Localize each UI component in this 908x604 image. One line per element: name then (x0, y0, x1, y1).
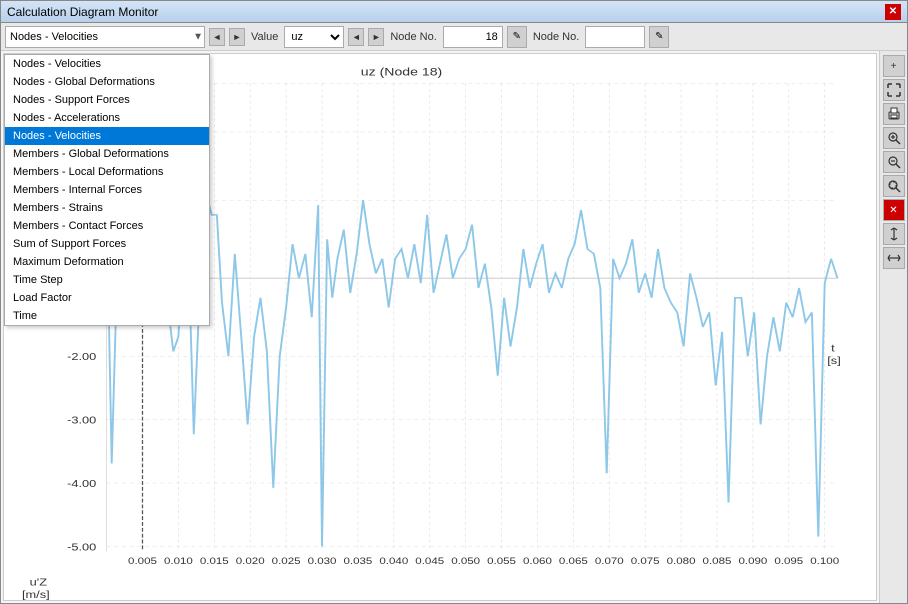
svg-text:0.065: 0.065 (559, 557, 588, 566)
svg-text:u'Z: u'Z (30, 578, 47, 588)
main-dropdown[interactable]: Nodes - Velocities (5, 26, 205, 48)
svg-text:-3.00: -3.00 (67, 416, 96, 426)
menu-item-members-strains[interactable]: Members - Strains (5, 199, 209, 217)
menu-item-nodes-velocities-active[interactable]: Nodes - Velocities (5, 127, 209, 145)
reset-zoom-button[interactable]: ✕ (883, 199, 905, 221)
svg-text:0.085: 0.085 (703, 557, 732, 566)
svg-text:-4.00: -4.00 (67, 479, 96, 489)
menu-item-maximum-deformation[interactable]: Maximum Deformation (5, 253, 209, 271)
title-bar: Calculation Diagram Monitor ✕ (1, 1, 907, 23)
svg-text:0.070: 0.070 (595, 557, 624, 566)
close-button[interactable]: ✕ (885, 4, 901, 20)
scale-y-button[interactable] (883, 223, 905, 245)
main-window: Calculation Diagram Monitor ✕ Nodes - Ve… (0, 0, 908, 604)
svg-text:0.075: 0.075 (631, 557, 660, 566)
svg-text:0.035: 0.035 (343, 557, 372, 566)
svg-text:0.080: 0.080 (667, 557, 696, 566)
svg-text:0.095: 0.095 (774, 557, 803, 566)
value-dropdown[interactable]: uz (284, 26, 344, 48)
svg-text:0.025: 0.025 (272, 557, 301, 566)
zoom-out-button[interactable] (883, 151, 905, 173)
svg-text:-2.00: -2.00 (67, 352, 96, 362)
menu-item-members-contact-forces[interactable]: Members - Contact Forces (5, 217, 209, 235)
value-label: Value (249, 31, 280, 43)
pick-node-button[interactable]: ✎ (507, 26, 527, 48)
menu-item-nodes-global-deformations[interactable]: Nodes - Global Deformations (5, 73, 209, 91)
svg-text:[s]: [s] (827, 356, 841, 366)
zoom-in2-button[interactable] (883, 127, 905, 149)
main-dropdown-container: Nodes - Velocities ▼ (5, 26, 205, 48)
main-area: Nodes - Velocities Nodes - Global Deform… (1, 51, 907, 603)
sidebar-tools: + (879, 51, 907, 603)
zoom-in-button[interactable]: + (883, 55, 905, 77)
prev-button[interactable]: ◄ (209, 28, 225, 46)
svg-text:0.100: 0.100 (810, 557, 839, 566)
svg-text:0.010: 0.010 (164, 557, 193, 566)
pick-node-button-2[interactable]: ✎ (649, 26, 669, 48)
menu-item-sum-of-support-forces[interactable]: Sum of Support Forces (5, 235, 209, 253)
print-button[interactable] (883, 103, 905, 125)
next-button[interactable]: ► (229, 28, 245, 46)
menu-item-members-global-deformations[interactable]: Members - Global Deformations (5, 145, 209, 163)
scale-x-button[interactable] (883, 247, 905, 269)
svg-text:0.005: 0.005 (128, 557, 157, 566)
menu-item-members-local-deformations[interactable]: Members - Local Deformations (5, 163, 209, 181)
dropdown-menu[interactable]: Nodes - Velocities Nodes - Global Deform… (4, 54, 210, 326)
menu-item-members-internal-forces[interactable]: Members - Internal Forces (5, 181, 209, 199)
svg-text:0.045: 0.045 (415, 557, 444, 566)
svg-text:uz (Node 18): uz (Node 18) (361, 66, 442, 78)
chart-area: Nodes - Velocities Nodes - Global Deform… (3, 53, 877, 601)
window-title: Calculation Diagram Monitor (7, 5, 158, 19)
menu-item-nodes-velocities-1[interactable]: Nodes - Velocities (5, 55, 209, 73)
value-dropdown-container: uz (284, 26, 344, 48)
svg-text:-5.00: -5.00 (67, 543, 96, 553)
svg-text:0.015: 0.015 (200, 557, 229, 566)
menu-item-nodes-accelerations[interactable]: Nodes - Accelerations (5, 109, 209, 127)
node-label: Node No. (388, 31, 438, 43)
zoom-fit-button[interactable] (883, 79, 905, 101)
svg-text:[m/s]: [m/s] (22, 590, 50, 600)
svg-text:0.030: 0.030 (308, 557, 337, 566)
svg-text:0.040: 0.040 (379, 557, 408, 566)
node-number-input[interactable] (443, 26, 503, 48)
menu-item-time-step[interactable]: Time Step (5, 271, 209, 289)
node-number-input-2[interactable] (585, 26, 645, 48)
toolbar: Nodes - Velocities ▼ ◄ ► Value uz ◄ ► No… (1, 23, 907, 51)
svg-text:0.090: 0.090 (738, 557, 767, 566)
svg-text:0.020: 0.020 (236, 557, 265, 566)
menu-item-time[interactable]: Time (5, 307, 209, 325)
svg-text:0.060: 0.060 (523, 557, 552, 566)
svg-text:0.055: 0.055 (487, 557, 516, 566)
node-label-2: Node No. (531, 31, 581, 43)
value-prev-button[interactable]: ◄ (348, 28, 364, 46)
value-next-button[interactable]: ► (368, 28, 384, 46)
menu-item-load-factor[interactable]: Load Factor (5, 289, 209, 307)
svg-text:0.050: 0.050 (451, 557, 480, 566)
zoom-box-button[interactable] (883, 175, 905, 197)
menu-item-nodes-support-forces[interactable]: Nodes - Support Forces (5, 91, 209, 109)
